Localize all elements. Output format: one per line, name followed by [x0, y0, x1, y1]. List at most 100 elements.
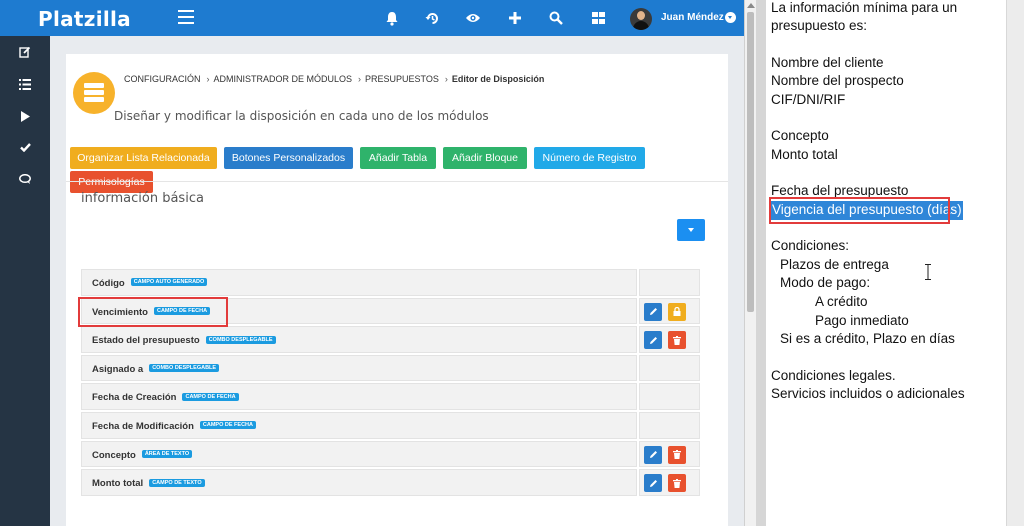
history-icon[interactable]	[422, 8, 442, 28]
add-table-button[interactable]: Añadir Tabla	[360, 147, 436, 169]
app-window: Platzilla Juan Méndez CONFIGURACIÓN › AD…	[0, 0, 756, 526]
field-cell[interactable]: Monto total CAMPO DE TEXTO	[81, 469, 637, 496]
field-row-fecha-modificacion: Fecha de Modificación CAMPO DE FECHA	[81, 411, 700, 441]
field-cell[interactable]: Vencimiento CAMPO DE FECHA	[81, 297, 637, 325]
scroll-up-arrow-icon[interactable]	[747, 3, 755, 8]
field-list: Código CAMPO AUTO GENERADO Vencimiento CAM…	[81, 269, 700, 498]
field-label: Fecha de Creación	[92, 392, 177, 404]
check-icon[interactable]	[13, 137, 37, 157]
organize-related-list-button[interactable]: Organizar Lista Relacionada	[70, 147, 217, 169]
field-type-badge: CAMPO DE TEXTO	[149, 478, 205, 487]
field-actions	[639, 297, 700, 325]
doc-line: A crédito	[815, 294, 868, 309]
field-label: Asignado a	[92, 363, 144, 375]
field-cell[interactable]: Concepto ÁREA DE TEXTO	[81, 440, 637, 468]
main-content: CONFIGURACIÓN › ADMINISTRADOR DE MÓDULOS › P…	[50, 36, 744, 526]
field-row-estado: Estado del presupuesto COMBO DESPLEGABLE	[81, 326, 700, 355]
play-icon[interactable]	[13, 106, 37, 126]
document-pane[interactable]: La información mínima para un presupuest…	[766, 0, 1006, 526]
doc-line: La información mínima para un	[771, 0, 958, 15]
server-module-icon	[73, 72, 115, 114]
field-type-badge: CAMPO DE FECHA	[153, 307, 211, 316]
search-icon[interactable]	[546, 8, 566, 28]
eye-icon[interactable]	[463, 8, 483, 28]
edit-field-button[interactable]	[644, 445, 662, 464]
section-dropdown-button[interactable]	[677, 219, 705, 241]
field-cell[interactable]: Código CAMPO AUTO GENERADO	[81, 269, 637, 296]
field-label: Concepto	[92, 449, 136, 461]
doc-line: Condiciones legales.	[771, 368, 896, 383]
doc-line: CIF/DNI/RIF	[771, 92, 846, 107]
field-row-monto-total: Monto total CAMPO DE TEXTO	[81, 469, 700, 498]
chevron-down-icon[interactable]	[725, 12, 736, 23]
field-row-fecha-creacion: Fecha de Creación CAMPO DE FECHA	[81, 383, 700, 412]
breadcrumb-separator: ›	[358, 74, 362, 84]
app-logo[interactable]: Platzilla	[38, 7, 131, 31]
field-type-badge: ÁREA DE TEXTO	[141, 450, 193, 459]
field-actions	[639, 354, 700, 382]
breadcrumb: CONFIGURACIÓN › ADMINISTRADOR DE MÓDULOS › P…	[124, 74, 550, 84]
doc-line: Concepto	[771, 128, 829, 143]
field-type-badge: CAMPO AUTO GENERADO	[130, 278, 208, 287]
field-type-badge: COMBO DESPLEGABLE	[205, 335, 276, 344]
selected-text[interactable]: Vigencia del presupuesto (días)	[771, 201, 963, 220]
field-label: Estado del presupuesto	[92, 335, 200, 347]
doc-line: Monto total	[771, 147, 838, 162]
field-cell[interactable]: Fecha de Creación CAMPO DE FECHA	[81, 383, 637, 410]
scroll-thumb[interactable]	[747, 12, 754, 312]
pane-divider[interactable]	[756, 0, 766, 526]
field-cell[interactable]: Asignado a COMBO DESPLEGABLE	[81, 354, 637, 382]
document-scrollbar[interactable]	[1006, 0, 1024, 526]
field-actions	[639, 440, 700, 468]
breadcrumb-item-presupuestos[interactable]: PRESUPUESTOS	[365, 74, 439, 84]
record-number-button[interactable]: Número de Registro	[534, 147, 645, 169]
field-cell[interactable]: Estado del presupuesto COMBO DESPLEGABLE	[81, 326, 637, 353]
user-avatar[interactable]	[630, 8, 652, 30]
doc-line: Fecha del presupuesto	[771, 183, 909, 198]
field-row-vencimiento: Vencimiento CAMPO DE FECHA	[81, 297, 700, 327]
list-icon[interactable]	[13, 74, 37, 94]
field-label: Vencimiento	[92, 306, 148, 318]
lock-icon[interactable]	[668, 302, 686, 321]
sidebar	[0, 36, 50, 526]
doc-line: Nombre del cliente	[771, 55, 884, 70]
page-scrollbar[interactable]	[744, 0, 756, 526]
doc-line: Modo de pago:	[780, 275, 871, 290]
field-row-codigo: Código CAMPO AUTO GENERADO	[81, 269, 700, 298]
bell-icon[interactable]	[382, 8, 402, 28]
chat-icon[interactable]	[13, 169, 37, 189]
menu-toggle-icon[interactable]	[178, 10, 194, 24]
edit-icon[interactable]	[13, 42, 37, 62]
breadcrumb-current: Editor de Disposición	[451, 74, 545, 84]
doc-line: presupuesto es:	[771, 18, 868, 33]
module-panel: CONFIGURACIÓN › ADMINISTRADOR DE MÓDULOS › P…	[66, 54, 728, 526]
doc-line: Plazos de entrega	[780, 257, 889, 272]
top-navbar: Platzilla Juan Méndez	[0, 0, 744, 36]
breadcrumb-separator: ›	[444, 74, 448, 84]
add-block-button[interactable]: Añadir Bloque	[443, 147, 527, 169]
field-actions	[639, 411, 700, 439]
edit-field-button[interactable]	[644, 331, 662, 350]
plus-icon[interactable]	[505, 8, 525, 28]
field-actions	[639, 469, 700, 496]
field-type-badge: CAMPO DE FECHA	[199, 421, 257, 430]
field-label: Monto total	[92, 478, 144, 490]
basic-info-section: información básica Código CAMPO AUTO GENE…	[66, 181, 728, 526]
doc-line: Si es a crédito, Plazo en días	[780, 331, 955, 346]
trash-icon[interactable]	[668, 331, 686, 350]
doc-line: Condiciones:	[771, 238, 850, 253]
field-type-badge: COMBO DESPLEGABLE	[149, 364, 220, 373]
edit-field-button[interactable]	[644, 474, 662, 493]
trash-icon[interactable]	[668, 445, 686, 464]
field-row-concepto: Concepto ÁREA DE TEXTO	[81, 440, 700, 470]
custom-buttons-button[interactable]: Botones Personalizados	[224, 147, 353, 169]
breadcrumb-item-configuracion[interactable]: CONFIGURACIÓN	[124, 74, 201, 84]
trash-icon[interactable]	[668, 474, 686, 493]
section-title: información básica	[81, 191, 204, 206]
field-label: Código	[92, 278, 125, 289]
field-cell[interactable]: Fecha de Modificación CAMPO DE FECHA	[81, 411, 637, 439]
user-name[interactable]: Juan Méndez	[661, 12, 724, 23]
grid-icon[interactable]	[588, 8, 608, 28]
edit-field-button[interactable]	[644, 302, 662, 321]
breadcrumb-item-administrador[interactable]: ADMINISTRADOR DE MÓDULOS	[214, 74, 353, 84]
